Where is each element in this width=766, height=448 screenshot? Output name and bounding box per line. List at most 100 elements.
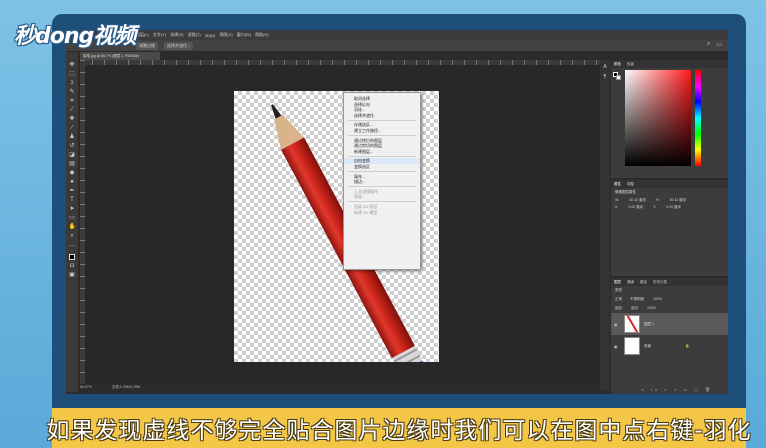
more-tools-icon[interactable]: … bbox=[69, 242, 76, 248]
context-menu-item[interactable]: 建立工作路径... bbox=[344, 128, 420, 134]
select-and-mask-button[interactable]: 选择并遮住... bbox=[164, 41, 194, 50]
lock-icon: 🔒 bbox=[685, 344, 690, 348]
layers-footer-icons[interactable]: ∞ fx ◐ ◑ ▭ ▢ 🗑 bbox=[641, 387, 713, 392]
layer-thumbnail bbox=[624, 315, 640, 333]
w-value[interactable]: 30.42 厘米 bbox=[629, 198, 646, 203]
layer-row-background[interactable]: ◉ 背景 🔒 bbox=[611, 335, 728, 357]
options-bar: 调整边缘 选择并遮住... bbox=[66, 40, 728, 52]
path-select-tool-icon[interactable]: ➤ bbox=[69, 206, 76, 212]
pen-tool-icon[interactable]: ✒ bbox=[69, 188, 76, 194]
blend-mode-select[interactable]: 正常 bbox=[615, 297, 622, 302]
tab-adjustments[interactable]: 调整 bbox=[627, 182, 634, 187]
context-menu-item[interactable]: 描边... bbox=[344, 179, 420, 185]
shape-tool-icon[interactable]: ▭ bbox=[69, 215, 76, 221]
h-label: H: bbox=[655, 198, 660, 202]
refine-edge-button[interactable]: 调整边缘 bbox=[136, 41, 158, 50]
layer-row-1[interactable]: ◉ 图层 1 bbox=[611, 313, 728, 335]
context-menu-item[interactable]: 选择并遮住... bbox=[344, 113, 420, 119]
eyedropper-tool-icon[interactable]: ⁄ bbox=[69, 107, 76, 113]
menu-item-layer[interactable]: 图层(L) bbox=[136, 32, 149, 38]
search-icon[interactable]: ⌕ bbox=[707, 41, 710, 48]
context-menu-item[interactable]: 变换选区 bbox=[344, 164, 420, 170]
brush-tool-icon[interactable]: ∕ bbox=[69, 125, 76, 131]
menu-bar: 图层(L) 文字(Y) 选择(S) 滤镜(T) 3D(D) 视图(V) 窗口(W… bbox=[66, 30, 728, 40]
stamp-tool-icon[interactable]: ♟ bbox=[69, 134, 76, 140]
layers-panel: 图层 通道 路径 历史记录 类型 正常 不透明度: 100% 锁定: 填充: 1… bbox=[611, 278, 728, 394]
eraser-tool-icon[interactable]: ◪ bbox=[69, 152, 76, 158]
y-value[interactable]: 0.00 厘米 bbox=[666, 205, 681, 210]
context-menu-item[interactable]: 新建图层... bbox=[344, 149, 420, 155]
foreground-color-swatch[interactable] bbox=[69, 254, 75, 260]
tab-swatches[interactable]: 色板 bbox=[627, 62, 634, 67]
brand-logo: 秒dong视频 bbox=[14, 24, 136, 49]
layer-name: 图层 1 bbox=[644, 321, 654, 326]
context-menu-item: 新建 3D 模型 bbox=[354, 209, 378, 215]
screen-mode-icon[interactable]: ▣ bbox=[69, 272, 76, 278]
tab-channels[interactable]: 通道 bbox=[627, 280, 634, 285]
tab-paths[interactable]: 路径 bbox=[640, 280, 647, 285]
properties-size-row: W: 30.42 厘米 H: 30.42 厘米 bbox=[611, 197, 728, 204]
char-panel-icon[interactable]: A bbox=[603, 64, 606, 70]
menu-item-type[interactable]: 文字(Y) bbox=[153, 32, 166, 38]
fill-label: 填充: bbox=[630, 306, 639, 310]
menu-item-window[interactable]: 窗口(W) bbox=[237, 32, 251, 38]
h-value[interactable]: 30.42 厘米 bbox=[669, 198, 686, 203]
tab-layers[interactable]: 图层 bbox=[614, 280, 621, 285]
panel-dock-icons: A ¶ bbox=[600, 60, 610, 390]
tools-panel: ✥ ⬚ ↄ ✎ ⌗ ⁄ ✚ ∕ ♟ ↺ ◪ ▤ ◆ ● ✒ T ➤ ▭ ✋ ⌕ … bbox=[66, 52, 78, 392]
eye-icon[interactable]: ◉ bbox=[614, 344, 620, 349]
hand-tool-icon[interactable]: ✋ bbox=[69, 224, 76, 230]
context-menu-separator bbox=[348, 135, 416, 137]
blur-tool-icon[interactable]: ◆ bbox=[69, 170, 76, 176]
move-tool-icon[interactable]: ✥ bbox=[69, 62, 76, 68]
lock-label: 锁定: bbox=[615, 306, 623, 310]
history-brush-tool-icon[interactable]: ↺ bbox=[69, 143, 76, 149]
context-menu-item: 渐隐... bbox=[354, 194, 366, 200]
tab-color[interactable]: 颜色 bbox=[614, 62, 621, 67]
w-label: W: bbox=[615, 198, 620, 202]
lasso-tool-icon[interactable]: ↄ bbox=[69, 80, 76, 86]
quick-select-tool-icon[interactable]: ✎ bbox=[69, 89, 76, 95]
color-panel-tabs: 颜色 色板 bbox=[611, 60, 728, 68]
layer-kind-select[interactable]: 类型 bbox=[615, 288, 622, 293]
opacity-value[interactable]: 100% bbox=[653, 297, 662, 302]
properties-title: 像素图层属性 bbox=[615, 190, 636, 194]
zoom-tool-icon[interactable]: ⌕ bbox=[69, 233, 76, 239]
fill-value[interactable]: 100% bbox=[647, 306, 656, 311]
context-menu: 取消选择 选择反向 羽化... 选择并遮住... 存储选区... 建立工作路径... 通过拷… bbox=[343, 92, 421, 270]
context-menu-separator bbox=[348, 201, 416, 203]
menu-item-help[interactable]: 帮助(H) bbox=[255, 32, 269, 38]
healing-tool-icon[interactable]: ✚ bbox=[69, 116, 76, 122]
tab-history[interactable]: 历史记录 bbox=[653, 280, 667, 285]
properties-position-row: X: 0.00 厘米 Y: 0.00 厘米 bbox=[611, 204, 728, 211]
gradient-tool-icon[interactable]: ▤ bbox=[69, 161, 76, 167]
lock-row: 锁定: 填充: 100% bbox=[611, 304, 728, 313]
color-picker-field[interactable] bbox=[625, 70, 691, 166]
menu-item-select[interactable]: 选择(S) bbox=[170, 32, 183, 38]
type-tool-icon[interactable]: T bbox=[69, 197, 76, 203]
dodge-tool-icon[interactable]: ● bbox=[69, 179, 76, 185]
x-value[interactable]: 0.00 厘米 bbox=[628, 205, 643, 210]
layer-filter-row: 类型 bbox=[611, 286, 728, 295]
context-menu-separator bbox=[348, 171, 416, 173]
tab-properties[interactable]: 属性 bbox=[614, 182, 621, 187]
doc-info: 文档:1.29M/1.29M bbox=[111, 385, 141, 389]
subtitle-text: 如果发现虚线不够完全贴合图片边缘时我们可以在图中点右键-羽化 bbox=[46, 418, 752, 444]
workspace-icon[interactable]: ▭ bbox=[716, 41, 722, 48]
document-tab[interactable]: 铅笔.jpg @ 66.7% (图层 1, RGB/8#) bbox=[80, 52, 160, 60]
properties-panel-tabs: 属性 调整 bbox=[611, 180, 728, 188]
quick-mask-icon[interactable]: ◘ bbox=[69, 263, 76, 269]
menu-item-view[interactable]: 视图(V) bbox=[219, 32, 232, 38]
zoom-level[interactable]: 66.67% bbox=[80, 385, 92, 390]
hue-slider[interactable] bbox=[695, 70, 701, 166]
layer-name: 背景 bbox=[644, 343, 651, 348]
subtitle-banner: 如果发现虚线不够完全贴合图片边缘时我们可以在图中点右键-羽化 bbox=[46, 408, 751, 448]
eye-icon[interactable]: ◉ bbox=[614, 322, 620, 327]
menu-item-3d[interactable]: 3D(D) bbox=[205, 33, 216, 38]
crop-tool-icon[interactable]: ⌗ bbox=[69, 98, 76, 104]
menu-item-filter[interactable]: 滤镜(T) bbox=[188, 32, 201, 38]
options-right-icons: ⌕ ▭ bbox=[707, 41, 722, 48]
fg-bg-swatches[interactable] bbox=[613, 72, 621, 80]
marquee-tool-icon[interactable]: ⬚ bbox=[69, 71, 76, 77]
paragraph-panel-icon[interactable]: ¶ bbox=[604, 74, 607, 80]
